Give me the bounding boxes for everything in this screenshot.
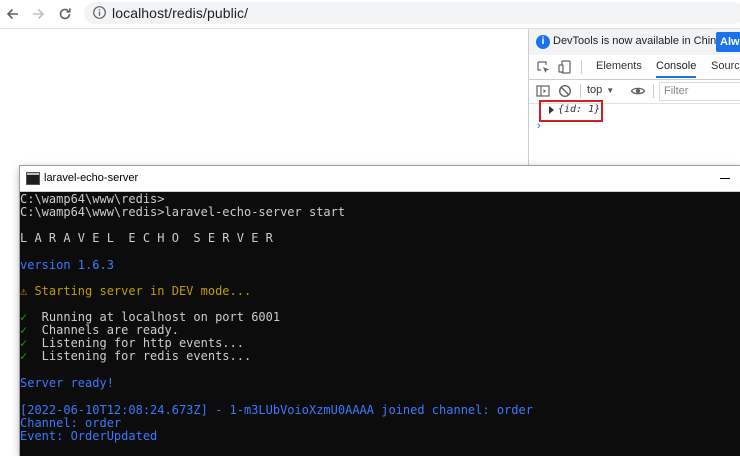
terminal-output[interactable]: C:\wamp64\www\redis> C:\wamp64\www\redis… bbox=[20, 191, 740, 456]
tab-console[interactable]: Console bbox=[656, 60, 697, 78]
status-text: Running at localhost on port 6001 bbox=[27, 310, 281, 324]
back-button[interactable] bbox=[1, 2, 25, 26]
forward-button[interactable] bbox=[26, 2, 50, 26]
device-toolbar-icon[interactable] bbox=[557, 59, 573, 75]
reload-icon bbox=[59, 8, 71, 20]
console-filter-input[interactable]: Filter bbox=[659, 82, 740, 101]
context-select[interactable]: top ▼ bbox=[587, 84, 614, 96]
minimize-icon[interactable] bbox=[720, 178, 730, 179]
status-text: Listening for http events... bbox=[27, 336, 244, 350]
devtools-panel: i DevTools is now available in Chinese! … bbox=[528, 29, 740, 169]
console-log-entry[interactable]: {id: 1} bbox=[539, 100, 603, 122]
terminal-title: laravel-echo-server bbox=[44, 172, 139, 184]
terminal-line: ✓ Listening for redis events... bbox=[20, 350, 251, 363]
terminal-line: version 1.6.3 bbox=[20, 258, 114, 272]
address-bar[interactable]: localhost/redis/public/ bbox=[84, 2, 740, 24]
console-bar-divider bbox=[580, 84, 581, 98]
tab-elements[interactable]: Elements bbox=[596, 60, 642, 72]
terminal-line: ⚠ Starting server in DEV mode... bbox=[20, 284, 252, 298]
console-app-icon bbox=[26, 172, 40, 185]
tab-bar-divider bbox=[581, 60, 582, 74]
dropdown-arrow-icon: ▼ bbox=[606, 86, 615, 95]
tab-sources[interactable]: Source bbox=[711, 60, 740, 72]
clear-console-icon[interactable] bbox=[557, 83, 573, 99]
terminal-window: laravel-echo-server C:\wamp64\www\redis>… bbox=[20, 166, 740, 456]
url-text: localhost/redis/public/ bbox=[112, 5, 249, 21]
log-object-preview: {id: 1} bbox=[558, 104, 601, 115]
always-match-language-button[interactable]: Alw bbox=[716, 32, 740, 52]
inspect-element-icon[interactable] bbox=[535, 59, 551, 75]
sidebar-toggle-icon[interactable] bbox=[535, 83, 551, 99]
browser-toolbar: localhost/redis/public/ bbox=[0, 0, 740, 28]
terminal-line: Server ready! bbox=[20, 376, 114, 390]
devtools-tab-bar: Elements Console Source bbox=[529, 55, 740, 80]
terminal-line: Event: OrderUpdated bbox=[20, 429, 158, 443]
terminal-line: C:\wamp64\www\redis>laravel-echo-server … bbox=[20, 205, 346, 219]
arrow-right-icon bbox=[33, 8, 45, 20]
info-circle-icon[interactable] bbox=[92, 5, 107, 20]
devtools-language-banner: i DevTools is now available in Chinese! … bbox=[529, 29, 740, 55]
reload-button[interactable] bbox=[53, 2, 77, 26]
banner-message: DevTools is now available in Chinese! bbox=[553, 35, 738, 47]
eye-icon[interactable] bbox=[630, 83, 646, 99]
filter-placeholder: Filter bbox=[664, 85, 689, 97]
arrow-left-icon bbox=[6, 8, 18, 20]
terminal-titlebar: laravel-echo-server bbox=[20, 166, 740, 192]
context-value: top bbox=[587, 84, 603, 96]
info-icon: i bbox=[536, 35, 550, 49]
status-text: Listening for redis events... bbox=[27, 349, 252, 363]
terminal-line: L A R A V E L E C H O S E R V E R bbox=[20, 231, 273, 245]
expand-triangle-icon[interactable] bbox=[549, 106, 554, 114]
console-bar-divider-2 bbox=[653, 84, 654, 98]
console-prompt[interactable]: › bbox=[537, 120, 541, 132]
status-text: Channels are ready. bbox=[27, 323, 179, 337]
